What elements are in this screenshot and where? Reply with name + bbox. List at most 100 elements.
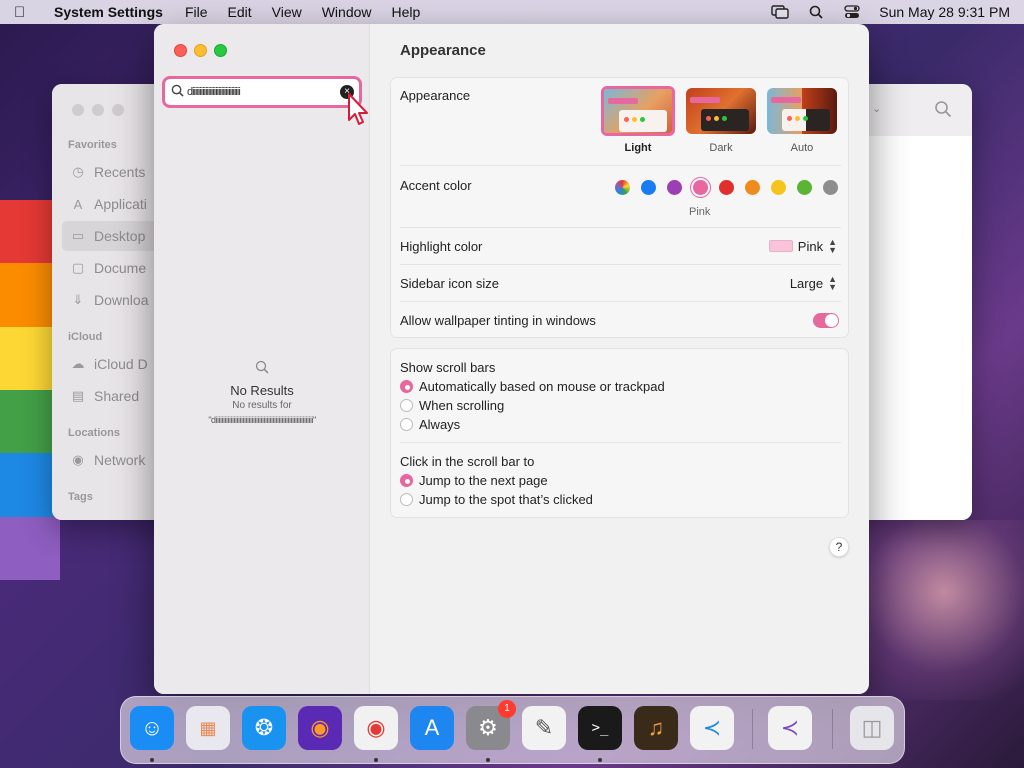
- accent-multicolor[interactable]: [615, 180, 630, 195]
- running-indicator: [598, 758, 602, 762]
- dock-vscode[interactable]: ≺: [690, 706, 734, 750]
- globe-icon: ◉: [72, 452, 84, 467]
- notification-badge: 1: [498, 700, 516, 718]
- click-next-page-radio[interactable]: Jump to the next page: [400, 473, 548, 488]
- menu-window[interactable]: Window: [322, 4, 372, 20]
- scrollbars-auto-radio[interactable]: Automatically based on mouse or trackpad: [400, 379, 665, 394]
- highlight-popup[interactable]: Pink ▲ ▼: [768, 237, 837, 255]
- dock-garageband[interactable]: ♫: [634, 706, 678, 750]
- minimize-button[interactable]: [194, 44, 207, 57]
- dock-app-store[interactable]: A: [410, 706, 454, 750]
- dock-safari[interactable]: ❂: [242, 706, 286, 750]
- wallpaper-rainbow: [0, 200, 60, 580]
- close-button[interactable]: [174, 44, 187, 57]
- appearance-auto-label: Auto: [790, 142, 814, 154]
- dock-chrome[interactable]: ◉: [354, 706, 398, 750]
- search-input[interactable]: diiiiiiiiiiiiiiiiiiiiiiiiiiiiiiiii: [187, 86, 335, 98]
- no-results-title: No Results: [230, 383, 294, 398]
- appearance-option-auto[interactable]: [767, 88, 837, 134]
- menu-help[interactable]: Help: [392, 4, 421, 20]
- finder-toolbar: [869, 84, 972, 136]
- accent-green[interactable]: [797, 180, 812, 195]
- vscode-icon: ≺: [702, 715, 722, 740]
- dock-trash[interactable]: ◫: [850, 706, 894, 750]
- dock-separator: [832, 709, 833, 749]
- accent-red[interactable]: [719, 180, 734, 195]
- finder-item-recents[interactable]: ◷ Recents: [62, 157, 154, 187]
- appearance-option-dark[interactable]: [686, 88, 756, 134]
- running-indicator: [374, 758, 378, 762]
- scrollbars-scrolling-radio[interactable]: When scrolling: [400, 398, 504, 413]
- folder-icon: ▤: [71, 388, 85, 403]
- appearance-row: Appearance Light Dark Auto: [400, 78, 841, 166]
- scrollbars-always-radio[interactable]: Always: [400, 417, 460, 432]
- search-icon: [171, 84, 187, 100]
- accent-yellow[interactable]: [771, 180, 786, 195]
- menu-edit[interactable]: Edit: [228, 4, 252, 20]
- finder-search-icon[interactable]: [934, 100, 952, 123]
- firefox-icon: ◉: [310, 715, 330, 740]
- sidebar-icon-popup[interactable]: Large ▲ ▼: [790, 275, 837, 292]
- apple-menu-icon[interactable]: : [14, 4, 40, 21]
- apps-icon: A: [73, 196, 83, 212]
- dock-launchpad[interactable]: ▦: [186, 706, 230, 750]
- finder-traffic-lights: [72, 104, 124, 116]
- dock-system-settings[interactable]: ⚙ 1: [466, 700, 516, 750]
- menu-bar:  System Settings File Edit View Window …: [0, 0, 1024, 24]
- tinting-toggle[interactable]: [813, 313, 839, 328]
- control-center-icon[interactable]: [843, 5, 861, 19]
- appearance-label: Appearance: [400, 88, 471, 103]
- finder-section-icloud: iCloud: [68, 331, 103, 343]
- tinting-label: Allow wallpaper tinting in windows: [400, 313, 596, 328]
- spotlight-search-icon[interactable]: [807, 5, 825, 19]
- launchpad-icon: ▦: [199, 717, 217, 738]
- running-indicator: [486, 758, 490, 762]
- accent-blue[interactable]: [641, 180, 656, 195]
- click-spot-radio[interactable]: Jump to the spot that’s clicked: [400, 492, 593, 507]
- finder-item-applications[interactable]: A Applicati: [62, 189, 154, 219]
- mouse-pointer-icon: [348, 93, 368, 125]
- accent-selected-name: Pink: [689, 206, 711, 218]
- chevron-updown-icon: ▲ ▼: [828, 237, 837, 255]
- zoom-button[interactable]: [214, 44, 227, 57]
- finder-item-icloud-drive[interactable]: ☁ iCloud D: [62, 349, 154, 379]
- no-results-subtitle: No results for: [232, 400, 292, 411]
- app-store-icon: A: [424, 715, 440, 740]
- dock-firefox[interactable]: ◉: [298, 706, 342, 750]
- finder-item-desktop[interactable]: ▭ Desktop: [62, 221, 154, 251]
- menu-file[interactable]: File: [185, 4, 208, 20]
- menu-app-name[interactable]: System Settings: [54, 4, 163, 20]
- appearance-option-light[interactable]: [601, 86, 675, 136]
- trash-icon: ◫: [861, 715, 883, 740]
- dock-separator: [752, 709, 753, 749]
- finder-section-tags: Tags: [68, 491, 93, 503]
- chevron-down-icon[interactable]: ⌄: [872, 102, 881, 115]
- visual-studio-icon: ≺: [780, 715, 800, 740]
- appearance-dark-label: Dark: [709, 142, 733, 154]
- finder-item-documents[interactable]: ▢ Docume: [62, 253, 154, 283]
- tinting-row: Allow wallpaper tinting in windows: [400, 302, 841, 338]
- menu-view[interactable]: View: [272, 4, 302, 20]
- accent-purple[interactable]: [667, 180, 682, 195]
- help-button[interactable]: ?: [829, 537, 849, 557]
- dock-finder[interactable]: ☺: [130, 706, 174, 750]
- highlight-row: Highlight color Pink ▲ ▼: [400, 228, 841, 265]
- screen-mirroring-icon[interactable]: [771, 5, 789, 19]
- safari-icon: ❂: [254, 715, 274, 740]
- sidebar-search-field[interactable]: diiiiiiiiiiiiiiiiiiiiiiiiiiiiiiiii ×: [162, 76, 362, 108]
- accent-row: Accent color Pink: [400, 166, 841, 228]
- document-icon: ▢: [71, 260, 85, 275]
- finder-item-shared[interactable]: ▤ Shared: [62, 381, 154, 411]
- dock-terminal[interactable]: >_: [578, 706, 622, 750]
- finder-item-network[interactable]: ◉ Network: [62, 445, 154, 475]
- menu-clock[interactable]: Sun May 28 9:31 PM: [879, 4, 1010, 20]
- running-indicator: [150, 758, 154, 762]
- dock: ☺ ▦ ❂ ◉ ◉ A ⚙ 1 ✎ >_ ♫ ≺ ≺ ◫: [120, 696, 905, 764]
- accent-orange[interactable]: [745, 180, 760, 195]
- finder-item-downloads[interactable]: ⇓ Downloa: [62, 285, 154, 315]
- dock-textedit[interactable]: ✎: [522, 706, 566, 750]
- accent-graphite[interactable]: [823, 180, 838, 195]
- dock-visual-studio[interactable]: ≺: [768, 706, 812, 750]
- accent-pink[interactable]: [693, 180, 708, 195]
- scrollbars-row: Show scroll bars Automatically based on …: [400, 349, 841, 443]
